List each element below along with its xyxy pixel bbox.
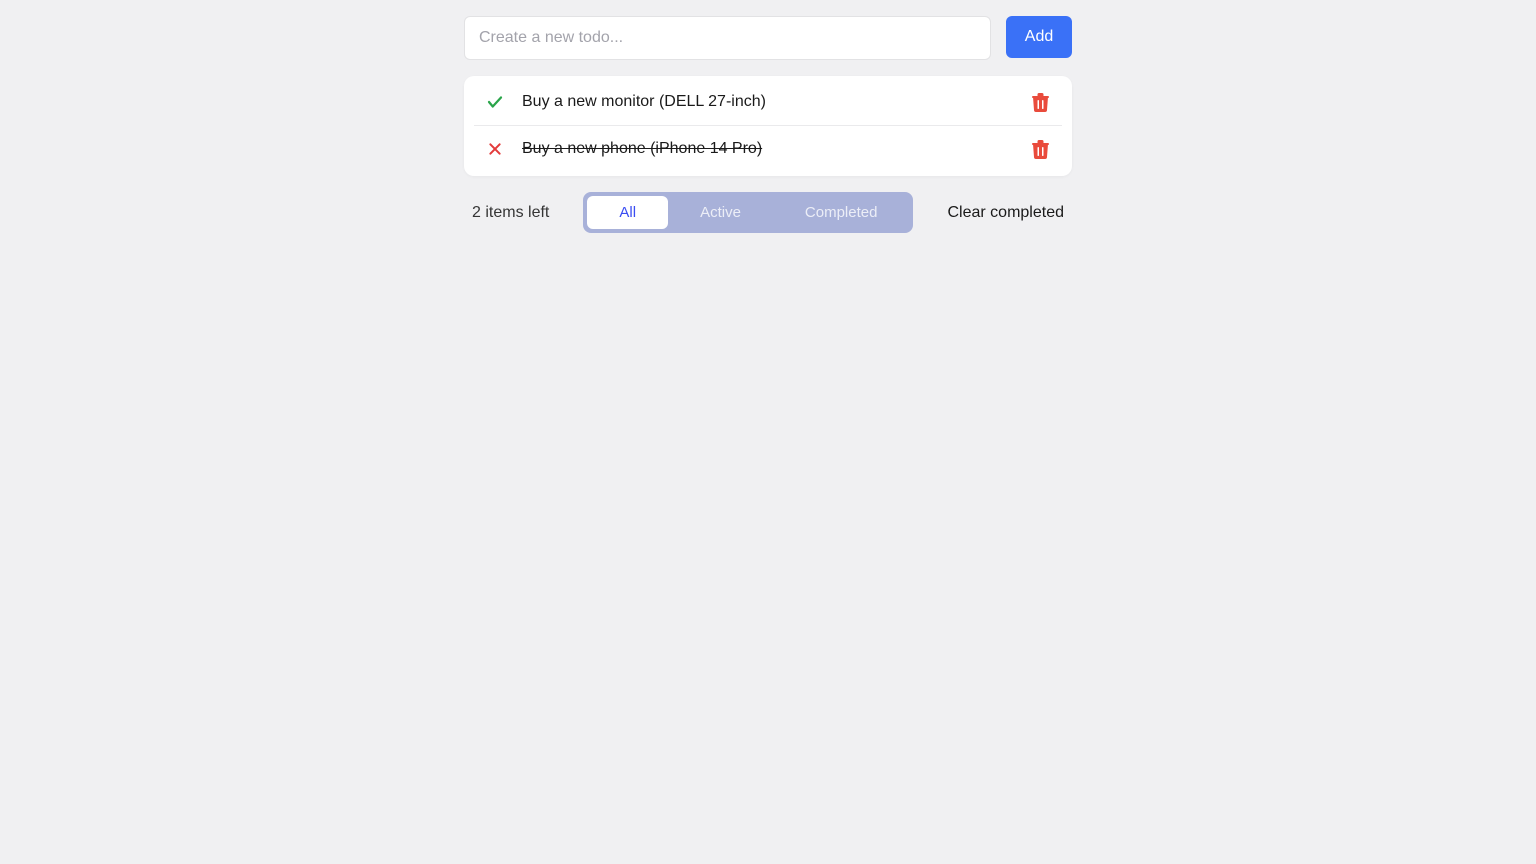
todo-list: Buy a new monitor (DELL 27-inch) Buy a n…: [464, 76, 1072, 176]
filter-completed-button[interactable]: Completed: [773, 196, 910, 229]
todo-text: Buy a new monitor (DELL 27-inch): [522, 93, 1012, 111]
items-left-label: 2 items left: [472, 204, 549, 222]
cross-icon[interactable]: [486, 140, 504, 158]
new-todo-input[interactable]: [464, 16, 991, 60]
todo-item: Buy a new phone (iPhone 14 Pro): [474, 125, 1062, 176]
trash-icon[interactable]: [1030, 139, 1050, 159]
filter-active-button[interactable]: Active: [668, 196, 773, 229]
trash-icon[interactable]: [1030, 92, 1050, 112]
footer: 2 items left All Active Completed Clear …: [464, 192, 1072, 233]
filter-group: All Active Completed: [583, 192, 913, 233]
todo-text: Buy a new phone (iPhone 14 Pro): [522, 140, 1012, 158]
check-icon[interactable]: [486, 93, 504, 111]
clear-completed-button[interactable]: Clear completed: [948, 204, 1065, 222]
add-button[interactable]: Add: [1006, 16, 1072, 58]
filter-all-button[interactable]: All: [587, 196, 668, 229]
todo-item: Buy a new monitor (DELL 27-inch): [464, 76, 1072, 125]
input-row: Add: [464, 16, 1072, 60]
